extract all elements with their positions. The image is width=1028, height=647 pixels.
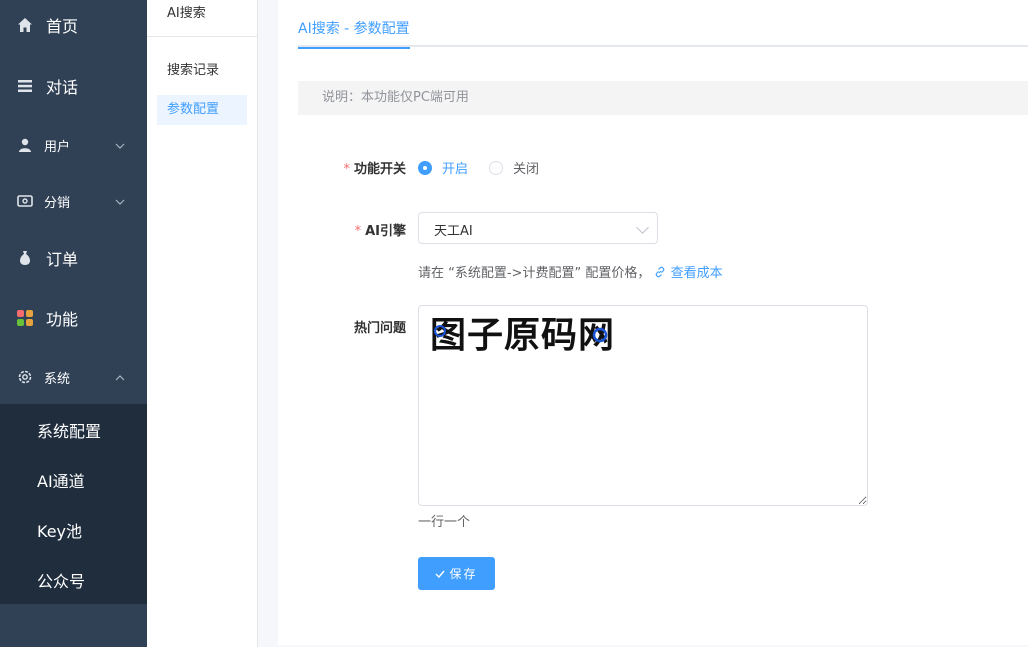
secondary-item-search-records[interactable]: 搜索记录 xyxy=(157,56,247,86)
sidebar-item-features[interactable]: 功能 xyxy=(0,306,147,330)
sidebar-item-home[interactable]: 首页 xyxy=(0,13,147,37)
engine-label: * AI引擎 xyxy=(278,220,406,239)
sidebar-item-distribution[interactable]: 分销 xyxy=(0,190,147,212)
required-mark: * xyxy=(343,162,350,177)
secondary-item-params[interactable]: 参数配置 xyxy=(157,95,247,125)
tab-underline xyxy=(298,45,1028,47)
view-cost-link-text: 查看成本 xyxy=(670,266,723,281)
sidebar-item-label: 首页 xyxy=(46,17,79,36)
submenu-item-key-pool[interactable]: Key池 xyxy=(37,518,82,542)
engine-select[interactable]: 天工AI xyxy=(418,212,658,244)
svg-text:图子原码网: 图子原码网 xyxy=(430,315,615,353)
switch-label-text: 功能开关 xyxy=(353,162,406,177)
secondary-menu: AI搜索 搜索记录 参数配置 xyxy=(147,0,258,647)
wallet-icon xyxy=(16,192,34,210)
sidebar-item-label: 功能 xyxy=(46,310,79,329)
watermark-logo: 图子原码网 xyxy=(430,315,615,353)
view-cost-link[interactable]: 查看成本 xyxy=(654,266,723,281)
radio-on[interactable]: 开启 xyxy=(418,158,468,177)
radio-off-label: 关闭 xyxy=(513,162,540,177)
submenu-item-ai-channel[interactable]: AI通道 xyxy=(37,468,85,492)
user-icon xyxy=(16,136,34,154)
sidebar-item-label: 系统 xyxy=(44,371,71,387)
pricing-hint-text: 请在 “系统配置->计费配置” 配置价格， xyxy=(418,266,651,281)
sidebar-item-label: 分销 xyxy=(44,195,71,211)
chevron-up-icon xyxy=(115,371,125,384)
radio-off-dot xyxy=(489,160,503,175)
engine-label-text: AI引擎 xyxy=(365,224,406,239)
sidebar-item-label: 订单 xyxy=(46,250,79,269)
content-card: AI搜索 - 参数配置 说明：本功能仅PC端可用 * 功能开关 开启 关闭 * AI… xyxy=(278,0,1028,645)
hot-questions-hint: 一行一个 xyxy=(418,515,471,530)
secondary-menu-title: AI搜索 xyxy=(167,6,206,21)
sidebar-item-system[interactable]: 系统 xyxy=(0,366,147,388)
notice-banner: 说明：本功能仅PC端可用 xyxy=(298,81,1028,115)
list-icon xyxy=(16,77,34,95)
sidebar-item-orders[interactable]: 订单 xyxy=(0,246,147,270)
check-icon xyxy=(435,567,446,581)
save-button-label: 保存 xyxy=(449,567,478,581)
hot-questions-label: 热门问题 xyxy=(353,321,406,336)
chevron-down-icon xyxy=(115,139,125,152)
chevron-down-icon xyxy=(115,195,125,208)
switch-label: * 功能开关 xyxy=(278,158,406,177)
sidebar: 首页 对话 用户 分销 订单 功能 系统 系统配置 AI通道 Key池 公众号 xyxy=(0,0,147,647)
divider xyxy=(147,36,257,37)
save-button[interactable]: 保存 xyxy=(418,557,495,590)
main-area: AI搜索 - 参数配置 说明：本功能仅PC端可用 * 功能开关 开启 关闭 * AI… xyxy=(258,0,1028,647)
pricing-hint: 请在 “系统配置->计费配置” 配置价格， 查看成本 xyxy=(418,262,723,281)
money-bag-icon xyxy=(16,249,34,267)
required-mark: * xyxy=(354,224,362,239)
apps-icon xyxy=(16,309,34,327)
chevron-down-icon xyxy=(636,221,649,234)
radio-off[interactable]: 关闭 xyxy=(489,158,539,177)
sidebar-item-user[interactable]: 用户 xyxy=(0,134,147,156)
home-icon xyxy=(16,16,34,34)
submenu-item-official-account[interactable]: 公众号 xyxy=(37,568,85,592)
radio-on-label: 开启 xyxy=(442,162,469,177)
link-icon xyxy=(656,266,665,278)
submenu-item-system-config[interactable]: 系统配置 xyxy=(37,418,101,442)
gear-icon xyxy=(16,368,34,386)
sidebar-item-chat[interactable]: 对话 xyxy=(0,74,147,98)
sidebar-item-label: 对话 xyxy=(46,78,79,97)
engine-select-value: 天工AI xyxy=(434,224,473,239)
radio-on-dot xyxy=(418,160,432,175)
sidebar-item-label: 用户 xyxy=(44,139,71,155)
system-submenu: 系统配置 AI通道 Key池 公众号 xyxy=(0,404,147,604)
